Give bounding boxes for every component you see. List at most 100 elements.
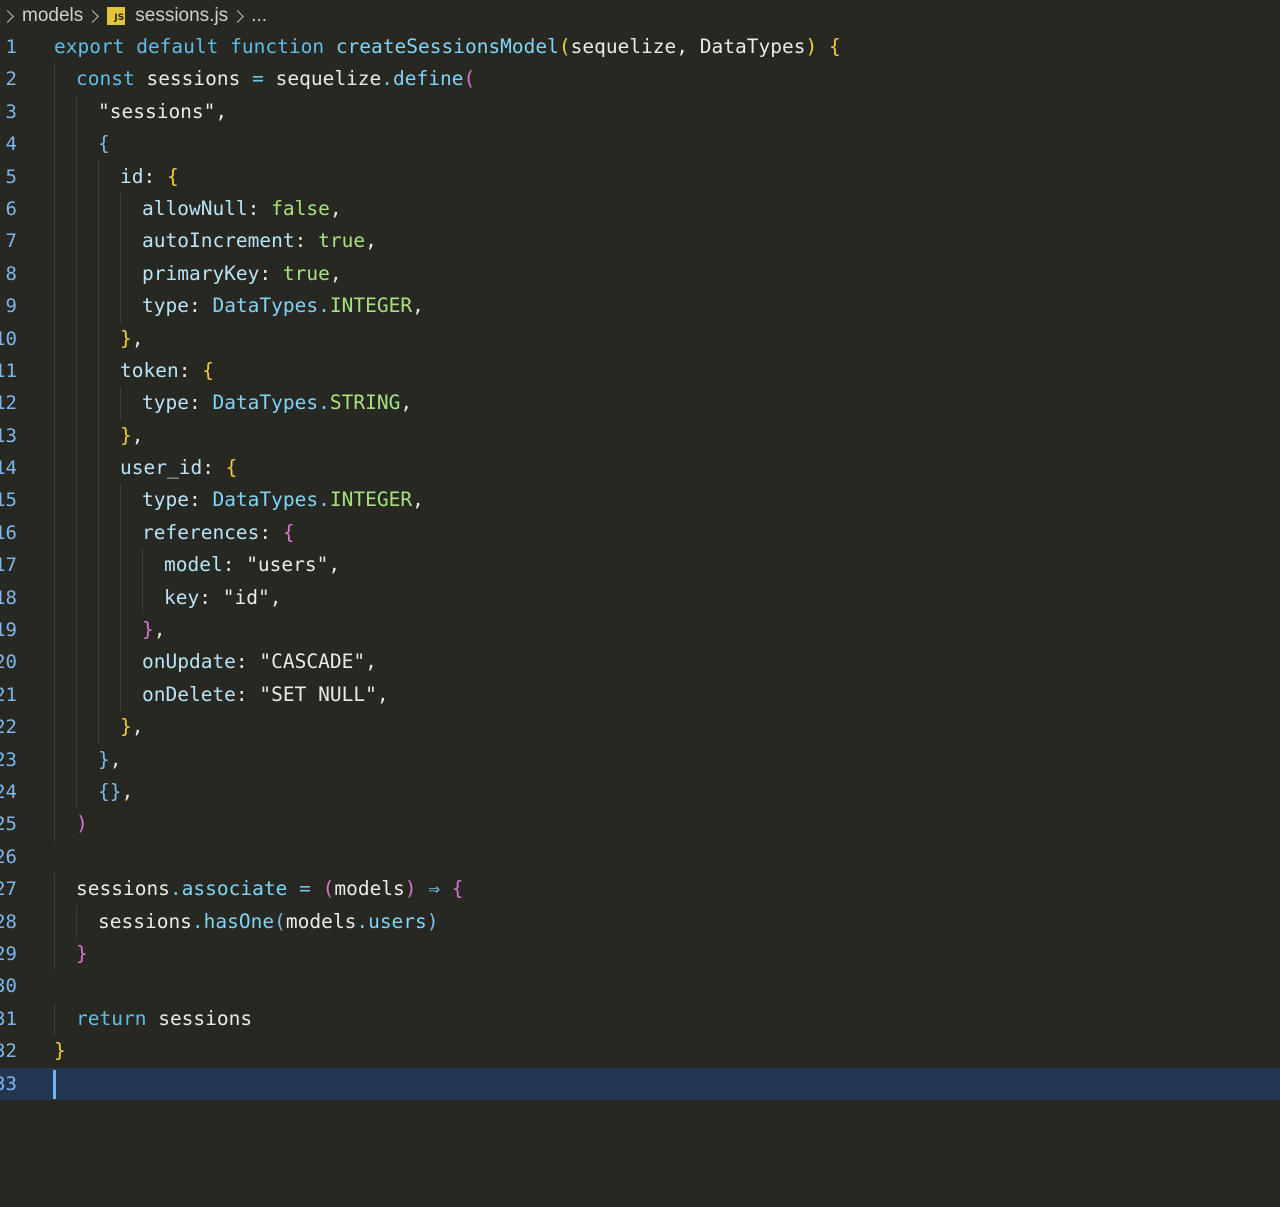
code-token: : [188, 488, 213, 512]
code-token: DataTypes [212, 294, 319, 318]
indent-guide [54, 1002, 55, 1036]
code-line[interactable]: 12 type: DataTypes.STRING, [0, 387, 1280, 420]
code-token: : [294, 229, 319, 253]
line-number: 2 [5, 68, 17, 91]
code-token: { [451, 877, 464, 901]
indent-guide [54, 581, 55, 615]
code-token: } [76, 941, 88, 965]
breadcrumb-file[interactable]: sessions.js [135, 5, 228, 27]
code-token: } [120, 715, 132, 739]
code-line[interactable]: 16 references: { [0, 516, 1280, 550]
indent-guide [54, 905, 55, 938]
line-number: 20 [0, 651, 17, 674]
code-token: : [222, 553, 247, 577]
breadcrumb-more[interactable]: ... [251, 5, 267, 27]
code-line[interactable]: 1 export default function createSessionsM… [0, 31, 1280, 63]
line-number: 33 [0, 1072, 17, 1095]
code-line[interactable]: 7 autoIncrement: true, [0, 225, 1280, 258]
code-token: INTEGER [329, 294, 413, 318]
code-line[interactable]: 3 "sessions", [0, 95, 1280, 129]
code-line[interactable]: 2 const sessions = sequelize.define( [0, 63, 1280, 96]
indent-guide [54, 743, 55, 776]
code-token: : [143, 164, 167, 188]
code-line[interactable]: 32} [0, 1035, 1280, 1067]
indent-guide [120, 549, 121, 582]
code-token: { [166, 164, 179, 188]
indent-guide [76, 419, 77, 453]
code-token: return [76, 1006, 147, 1030]
code-token: , [153, 618, 166, 642]
indent-guide [98, 290, 99, 323]
code-line[interactable]: 6 allowNull: false, [0, 192, 1280, 226]
code-line[interactable]: 11 token: { [0, 354, 1280, 388]
code-token: . [381, 67, 394, 91]
code-line[interactable]: 9 type: DataTypes.INTEGER, [0, 290, 1280, 323]
indent-guide [120, 257, 121, 291]
indent-guide [54, 646, 55, 679]
code-line[interactable]: 27 sessions.associate = (models) ⇒ { [0, 873, 1280, 906]
code-text: type: DataTypes.INTEGER, [142, 484, 424, 516]
code-token: ⇒ [428, 877, 441, 901]
code-text: {}, [98, 776, 133, 808]
code-token: define [393, 67, 464, 91]
code-line[interactable]: 4{ [0, 128, 1280, 161]
code-token: : [188, 294, 213, 318]
line-number: 5 [5, 165, 17, 188]
code-line[interactable]: 22}, [0, 711, 1280, 744]
indent-guide [142, 549, 143, 582]
indent-guide [54, 95, 55, 129]
code-line[interactable]: 20 onUpdate: "CASCADE", [0, 646, 1280, 679]
code-line[interactable]: 10}, [0, 322, 1280, 355]
code-line[interactable]: 28sessions.hasOne(models.users) [0, 905, 1280, 938]
code-token: = [252, 67, 264, 91]
code-token: "sessions" [98, 99, 216, 123]
code-line[interactable]: 8 primaryKey: true, [0, 257, 1280, 291]
code-line[interactable]: 14 user_id: { [0, 452, 1280, 485]
code-line[interactable]: 33 [0, 1067, 1280, 1100]
code-token: . [318, 488, 330, 512]
code-token: sequelize [275, 67, 382, 91]
code-line[interactable]: 31 return sessions [0, 1002, 1280, 1036]
code-line[interactable]: 15 type: DataTypes.INTEGER, [0, 484, 1280, 517]
line-number: 13 [0, 424, 17, 447]
code-token: { [98, 132, 110, 156]
breadcrumb-folder[interactable]: models [22, 5, 83, 27]
code-token: DataTypes [212, 488, 319, 512]
code-line[interactable]: 30 [0, 970, 1280, 1002]
code-token: : [199, 585, 223, 609]
code-token: } [120, 326, 132, 350]
code-token: {} [98, 779, 122, 803]
indent-guide [98, 322, 99, 355]
code-line[interactable]: 24 {}, [0, 775, 1280, 809]
code-token: createSessionsModel [335, 35, 559, 58]
code-text: model: "users", [164, 549, 340, 581]
code-line[interactable]: 19}, [0, 614, 1280, 647]
code-line[interactable]: 17 model: "users", [0, 549, 1280, 582]
code-line[interactable]: 13}, [0, 419, 1280, 453]
breadcrumb: models JS sessions.js ... [0, 0, 1280, 32]
indent-guide [54, 387, 55, 420]
indent-guide [54, 257, 55, 291]
code-line[interactable]: 26 [0, 841, 1280, 873]
code-line[interactable]: 21 onDelete: "SET NULL", [0, 678, 1280, 712]
code-editor[interactable]: 1 export default function createSessionsM… [0, 31, 1280, 1100]
code-line[interactable]: 25) [0, 808, 1280, 841]
code-token: onUpdate [142, 650, 236, 674]
code-line[interactable]: 18 key: "id", [0, 581, 1280, 615]
code-text: { [98, 128, 110, 160]
code-token: primaryKey [142, 261, 260, 285]
indent-guide [54, 322, 55, 355]
code-text: } [76, 938, 88, 970]
code-token: model [164, 553, 223, 577]
code-token: : [235, 650, 260, 674]
indent-guide [98, 160, 99, 193]
code-line[interactable]: 29} [0, 937, 1280, 971]
code-line[interactable]: 23}, [0, 743, 1280, 776]
code-token: , [131, 326, 144, 350]
code-token: references [142, 520, 260, 544]
code-token: : [247, 196, 272, 220]
code-line[interactable]: 5 id: { [0, 160, 1280, 193]
